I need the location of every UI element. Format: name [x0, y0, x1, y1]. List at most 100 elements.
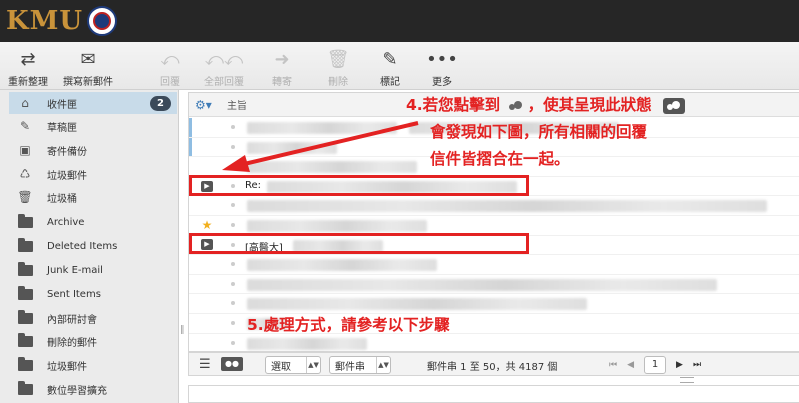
compose-button[interactable]: ✉ 撰寫新郵件: [58, 48, 118, 89]
highlight-box-thread-re: [189, 175, 529, 196]
mail-toolbar: ⇄ 重新整理 ✉ 撰寫新郵件 ⤺ 回覆 ⤺⤺ 全部回覆 ➜ 轉寄 🗑 刪除 ✎ …: [0, 42, 799, 90]
folder-label: 內部研討會: [47, 314, 97, 326]
sent-backup-icon: ▣: [19, 143, 31, 157]
junk-icon: ♺: [19, 167, 31, 181]
mark-icon: ✎: [382, 48, 398, 70]
folder-trash[interactable]: 🗑 垃圾桶: [9, 186, 177, 208]
university-seal-icon: [87, 6, 118, 36]
list-menu-icon[interactable]: ☰: [199, 357, 211, 372]
list-footer: ☰ ●● 選取 ▲▼ 郵件串 ▲▼ 郵件串 1 至 50，共 4187 個 ⏮ …: [188, 352, 799, 376]
thread-cluster-icon: [506, 99, 528, 113]
delete-button[interactable]: 🗑 刪除: [318, 48, 358, 89]
next-page-icon[interactable]: ▶: [676, 360, 683, 370]
forward-label: 轉寄: [272, 77, 292, 88]
page-number-input[interactable]: 1: [644, 356, 667, 374]
preview-resize-handle[interactable]: [680, 377, 694, 383]
folder-sent-items[interactable]: Sent Items: [9, 283, 177, 305]
inbox-icon: ⌂: [21, 96, 29, 110]
folder-icon: [17, 356, 33, 372]
folder-label: Archive: [47, 216, 85, 228]
delete-label: 刪除: [328, 77, 348, 88]
forward-icon: ➜: [274, 48, 290, 70]
folder-label: Junk E-mail: [47, 264, 103, 276]
folder-drafts[interactable]: ✎ 草稿匣: [9, 115, 177, 137]
folder-label: 垃圾郵件: [47, 361, 87, 373]
sidebar-resize-handle[interactable]: ‖: [180, 325, 186, 341]
message-row[interactable]: [189, 275, 799, 295]
threads-dropdown[interactable]: 郵件串 ▲▼: [329, 356, 391, 374]
last-page-icon[interactable]: ⏭: [693, 360, 701, 370]
folder-label: 垃圾桶: [47, 193, 77, 205]
highlight-box-thread-kmu: [189, 233, 529, 254]
folder-sidebar: ⌂ 收件匣 2 ✎ 草稿匣 ▣ 寄件備份 ♺ 垃圾郵件 🗑 垃圾桶 Archiv…: [0, 90, 179, 403]
folder-label: 寄件備份: [47, 146, 87, 158]
annotation-text: ，使其呈現此狀態: [527, 96, 652, 114]
annotation-step4-line2: 會發現如下圖，所有相關的回覆: [430, 123, 648, 141]
folder-sent-backup[interactable]: ▣ 寄件備份: [9, 139, 177, 161]
folder-inbox[interactable]: ⌂ 收件匣 2: [9, 92, 177, 114]
folder-icon: [17, 213, 33, 229]
refresh-button[interactable]: ⇄ 重新整理: [8, 48, 48, 89]
subject-column-header[interactable]: 主旨: [227, 97, 247, 112]
reply-all-label: 全部回覆: [204, 77, 244, 88]
folder-icon: [17, 332, 33, 348]
compose-icon: ✉: [80, 48, 96, 70]
thread-view-toggle-icon[interactable]: ●●: [221, 357, 243, 371]
annotation-step4-line3: 信件皆摺合在一起。: [430, 150, 570, 168]
folder-label: Sent Items: [47, 288, 101, 300]
forward-button[interactable]: ➜ 轉寄: [262, 48, 302, 89]
preview-pane: [188, 385, 799, 403]
folder-junk-email[interactable]: Junk E-mail: [9, 259, 177, 281]
refresh-icon: ⇄: [20, 48, 36, 70]
reply-all-button[interactable]: ⤺⤺ 全部回覆: [200, 48, 248, 89]
folder-elearning[interactable]: 數位學習擴充: [9, 378, 177, 400]
app-header: KMU: [0, 0, 799, 42]
trash-icon: 🗑: [326, 48, 350, 70]
message-row[interactable]: [189, 294, 799, 314]
folder-label: 刪除的郵件: [47, 337, 97, 349]
folder-label: 數位學習擴充: [47, 385, 107, 397]
folder-junk-mail[interactable]: 垃圾郵件: [9, 354, 177, 376]
folder-internal-seminar[interactable]: 內部研討會: [9, 307, 177, 329]
reply-label: 回覆: [160, 77, 180, 88]
more-icon: •••: [426, 48, 458, 70]
mark-button[interactable]: ✎ 標記: [370, 48, 410, 89]
folder-label: 草稿匣: [47, 122, 77, 134]
refresh-label: 重新整理: [8, 77, 48, 88]
folder-icon: [17, 309, 33, 325]
message-row[interactable]: [189, 196, 799, 216]
folder-deleted-items[interactable]: Deleted Items: [9, 235, 177, 257]
list-options-gear-icon[interactable]: ⚙▾: [195, 98, 217, 112]
mark-label: 標記: [380, 77, 400, 88]
folder-icon: [17, 380, 33, 396]
annotation-text: 4.若您點擊到: [406, 96, 501, 114]
logo-text: KMU: [6, 6, 84, 36]
annotation-step4-line1: 4.若您點擊到 ，使其呈現此狀態: [406, 93, 686, 117]
reply-button[interactable]: ⤺ 回覆: [150, 48, 190, 89]
trash-icon: 🗑: [17, 190, 33, 204]
folder-junk[interactable]: ♺ 垃圾郵件: [9, 163, 177, 185]
folder-deleted-mail[interactable]: 刪除的郵件: [9, 330, 177, 352]
pagination: ⏮ ◀ 1 ▶ ⏭: [609, 356, 701, 374]
folder-icon: [17, 237, 33, 253]
folder-label: Deleted Items: [47, 240, 118, 252]
kmu-logo: KMU: [6, 5, 118, 37]
prev-page-icon[interactable]: ◀: [627, 360, 634, 370]
select-dropdown[interactable]: 選取 ▲▼: [265, 356, 321, 374]
folder-label: 垃圾郵件: [47, 170, 87, 182]
thread-state-icon: [663, 97, 686, 114]
more-button[interactable]: ••• 更多: [422, 48, 462, 89]
message-row[interactable]: [189, 255, 799, 275]
folder-icon: [17, 285, 33, 301]
flag-star-icon[interactable]: ★: [202, 218, 213, 232]
threads-label: 郵件串: [335, 361, 365, 373]
thread-count-text: 郵件串 1 至 50，共 4187 個: [427, 362, 558, 373]
unread-count-badge: 2: [150, 96, 171, 111]
pencil-icon: ✎: [19, 119, 31, 133]
folder-icon: [17, 261, 33, 277]
reply-icon: ⤺: [160, 48, 180, 70]
folder-archive[interactable]: Archive: [9, 211, 177, 233]
first-page-icon[interactable]: ⏮: [609, 360, 617, 370]
more-label: 更多: [432, 77, 452, 88]
select-label: 選取: [271, 361, 291, 373]
